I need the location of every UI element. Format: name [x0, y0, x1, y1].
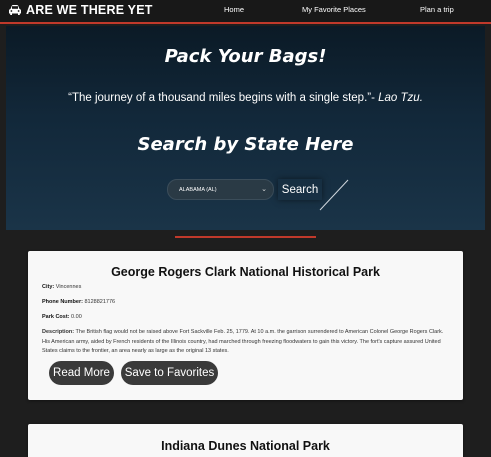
hero-title: Pack Your Bags!: [164, 46, 327, 67]
car-icon: [9, 5, 21, 15]
phone-value: 8128821776: [84, 299, 116, 305]
city-value: Vincennes: [55, 284, 82, 290]
section-underline: [175, 236, 316, 238]
cost-label: Park Cost:: [42, 314, 70, 320]
park-city: City: Vincennes: [42, 284, 81, 290]
quote: “The journey of a thousand miles begins …: [6, 92, 485, 104]
nav-link-plan-trip[interactable]: Plan a trip: [420, 5, 454, 14]
quote-author: Lao Tzu.: [378, 92, 423, 104]
search-title: Search by State Here: [137, 134, 354, 155]
park-card: Indiana Dunes National Park: [28, 424, 463, 457]
decorative-slash-icon: [319, 179, 349, 211]
nav-link-home[interactable]: Home: [224, 5, 244, 14]
chevron-down-icon: ⌄: [261, 186, 267, 193]
park-name: Indiana Dunes National Park: [161, 439, 330, 453]
read-more-button[interactable]: Read More: [49, 361, 114, 385]
navbar: ARE WE THERE YET Home My Favorite Places…: [0, 0, 491, 24]
park-phone: Phone Number: 8128821776: [42, 299, 115, 305]
search-button[interactable]: Search: [278, 179, 322, 200]
save-to-favorites-button[interactable]: Save to Favorites: [121, 361, 218, 385]
quote-text: “The journey of a thousand miles begins …: [68, 92, 379, 104]
city-label: City:: [42, 284, 55, 290]
phone-label: Phone Number:: [42, 299, 83, 305]
state-select[interactable]: ALABAMA (AL) ⌄: [167, 179, 274, 200]
hero-banner: Pack Your Bags! “The journey of a thousa…: [6, 26, 485, 230]
nav-link-favorites[interactable]: My Favorite Places: [302, 5, 366, 14]
park-description: Description: The British flag would not …: [42, 328, 452, 357]
park-card: George Rogers Clark National Historical …: [28, 251, 463, 400]
cost-value: 0.00: [71, 314, 82, 320]
brand[interactable]: ARE WE THERE YET: [8, 3, 153, 17]
description-label: Description:: [42, 329, 75, 335]
state-select-value: ALABAMA (AL): [179, 186, 217, 193]
park-cost: Park Cost: 0.00: [42, 314, 82, 320]
brand-text: ARE WE THERE YET: [26, 3, 153, 17]
description-text: The British flag would not be raised abo…: [42, 329, 444, 354]
park-name: George Rogers Clark National Historical …: [111, 265, 380, 279]
